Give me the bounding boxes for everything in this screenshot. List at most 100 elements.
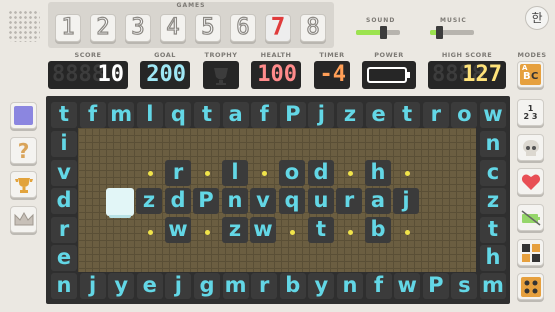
- letter-tile: j: [308, 102, 335, 128]
- trophy-display: [203, 61, 239, 89]
- letter-tile: e: [365, 102, 392, 128]
- letter-tile: t: [394, 102, 421, 128]
- trophy-icon: [214, 68, 228, 85]
- help-button[interactable]: ?: [10, 137, 37, 164]
- high-score-value: 127: [462, 62, 502, 87]
- game-button-8[interactable]: 8: [300, 14, 326, 42]
- music-slider-knob[interactable]: [435, 26, 443, 39]
- letter-tile: q: [279, 188, 305, 214]
- game-button-4[interactable]: 4: [160, 14, 186, 42]
- letter-tile: z: [480, 188, 506, 214]
- letter-tile: r: [251, 273, 278, 299]
- modes-label: MODES: [517, 51, 547, 59]
- power-display: [362, 61, 416, 89]
- music-slider[interactable]: [430, 26, 474, 39]
- letter-tile: j: [393, 188, 419, 214]
- letter-tile: m: [108, 102, 135, 128]
- trophy-button[interactable]: [10, 171, 37, 198]
- letter-tile: t: [480, 216, 506, 243]
- letter-tile: j: [79, 273, 106, 299]
- mode-abc-button[interactable]: A B C: [517, 61, 544, 88]
- pellet: [405, 230, 410, 235]
- music-label: MUSIC: [440, 17, 467, 24]
- pellet: [348, 230, 353, 235]
- letter-tile: z: [136, 188, 162, 214]
- high-score-display: 8888 127: [428, 61, 506, 89]
- letter-tile: l: [222, 160, 248, 186]
- shape-mode-button[interactable]: [10, 102, 37, 129]
- trophy-label: TROPHY: [204, 51, 238, 59]
- player-block: [106, 188, 134, 218]
- game-button-6[interactable]: 6: [230, 14, 256, 42]
- letter-tile: s: [451, 273, 478, 299]
- language-button[interactable]: 한: [525, 6, 549, 30]
- dots-mode-button[interactable]: [517, 273, 544, 300]
- letter-tile: z: [222, 217, 248, 243]
- game-button-1[interactable]: 1: [55, 14, 81, 42]
- letter-tile: m: [480, 273, 506, 299]
- letter-tile: i: [51, 131, 77, 157]
- health-button[interactable]: [517, 168, 544, 195]
- letter-tile: y: [308, 273, 335, 299]
- battery-meter: [367, 67, 410, 83]
- letter-tile: r: [422, 102, 449, 128]
- pellet: [148, 230, 153, 235]
- letter-tile: o: [279, 160, 305, 186]
- sound-slider[interactable]: [356, 26, 400, 39]
- timer-label: TIMER: [319, 51, 345, 59]
- health-value: 100: [257, 62, 297, 87]
- letter-tile: u: [308, 188, 334, 214]
- letter-tile: w: [165, 217, 191, 243]
- letter-tile: r: [165, 160, 191, 186]
- letter-tile: a: [365, 188, 391, 214]
- letter-tile: n: [222, 188, 248, 214]
- health-display: 100: [251, 61, 301, 89]
- timer-value: -4: [319, 62, 347, 87]
- game-button-7[interactable]: 7: [265, 14, 291, 42]
- grid-mode-button[interactable]: [517, 239, 544, 266]
- game-button-3[interactable]: 3: [125, 14, 151, 42]
- letter-tile: f: [365, 273, 392, 299]
- dots-mode-icon: [520, 276, 541, 297]
- square-icon: [14, 106, 33, 125]
- power-button[interactable]: [517, 204, 544, 231]
- pellet: [205, 171, 210, 176]
- letter-tile: r: [336, 188, 362, 214]
- timer-display: -4: [314, 61, 350, 89]
- goal-label: GOAL: [154, 51, 176, 59]
- crown-button[interactable]: [10, 206, 37, 233]
- pellet: [205, 230, 210, 235]
- game-button-2[interactable]: 2: [90, 14, 116, 42]
- pellet: [262, 171, 267, 176]
- skull-button[interactable]: [517, 134, 544, 161]
- mode-123-button[interactable]: 12 3: [517, 99, 544, 126]
- sound-slider-knob[interactable]: [380, 26, 388, 39]
- pellet: [290, 230, 295, 235]
- letter-tile: d: [51, 188, 77, 214]
- high-score-label: HIGH SCORE: [441, 51, 493, 59]
- game-button-5[interactable]: 5: [195, 14, 221, 42]
- letter-tile: n: [337, 273, 363, 299]
- letter-tile: d: [308, 160, 334, 186]
- crown-icon: [14, 211, 33, 225]
- letter-tile: w: [480, 102, 506, 128]
- letter-tile: t: [51, 102, 77, 128]
- battery-icon: [521, 209, 540, 226]
- letter-tile: r: [51, 216, 77, 243]
- score-value: 10: [97, 62, 125, 87]
- games-selector: GAMES 1 2 3 4 5 6 7 8: [48, 2, 334, 48]
- grid-mode-icon: [521, 243, 540, 262]
- speaker-grille: [8, 10, 40, 42]
- letter-tile: P: [422, 273, 449, 299]
- power-label: POWER: [374, 51, 404, 59]
- letter-tile: j: [165, 273, 192, 299]
- score-display: 8888 10: [48, 61, 128, 89]
- letter-tile: t: [308, 217, 334, 243]
- letter-tile: w: [250, 217, 276, 243]
- goal-display: 200: [140, 61, 190, 89]
- letter-tile: l: [136, 102, 163, 128]
- letter-tile: v: [250, 188, 276, 214]
- letter-tile: e: [51, 245, 77, 271]
- letter-tile: P: [193, 188, 219, 214]
- letter-tile: P: [279, 102, 306, 128]
